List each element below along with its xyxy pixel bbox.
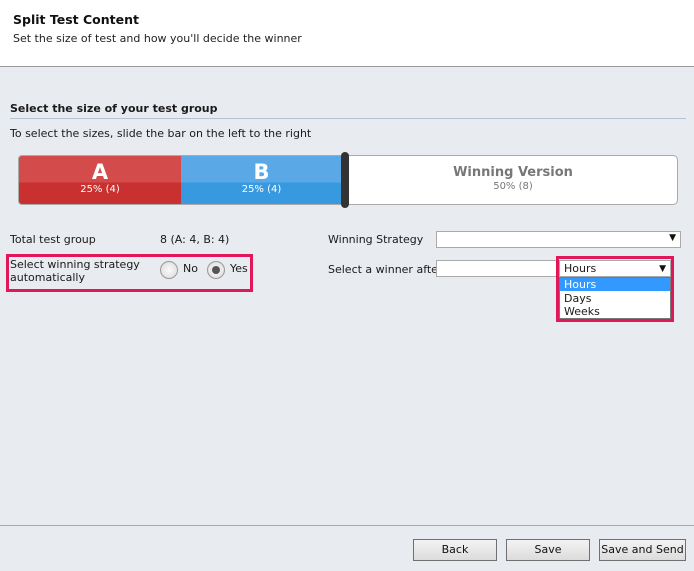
page-title: Split Test Content [13,12,139,27]
dropdown-arrow-icon: ▼ [659,264,666,274]
save-and-send-button[interactable]: Save and Send [599,539,686,561]
total-test-group-value: 8 (A: 4, B: 4) [160,233,230,246]
winner-after-label: Select a winner after [328,263,443,276]
option-days[interactable]: Days [560,292,670,305]
segment-b: B 25% (4) [181,155,342,205]
radio-selected-dot [212,266,220,274]
radio-no[interactable] [160,261,178,279]
auto-strategy-label: Select winning strategy automatically [10,258,140,284]
dropdown-arrow-icon: ▼ [669,233,676,243]
instruction-text: To select the sizes, slide the bar on th… [10,127,312,140]
option-weeks[interactable]: Weeks [560,305,670,318]
option-hours[interactable]: Hours [560,278,670,291]
back-button[interactable]: Back [413,539,497,561]
segment-b-label: B [253,160,270,184]
segment-b-value: 25% (4) [241,184,282,195]
time-unit-options: Hours Days Weeks [559,277,671,319]
radio-no-label: No [183,262,198,275]
winner-after-input[interactable] [436,260,557,277]
save-button[interactable]: Save [506,539,590,561]
segment-a: A 25% (4) [18,155,181,205]
segment-winning: Winning Version 50% (8) [348,155,678,205]
test-size-slider[interactable]: A 25% (4) B 25% (4) Winning Version 50% … [18,152,678,208]
radio-yes[interactable] [207,261,225,279]
page-subtitle: Set the size of test and how you'll deci… [13,32,302,45]
segment-winning-label: Winning Version [453,165,573,180]
section-title: Select the size of your test group [10,102,218,115]
segment-a-value: 25% (4) [80,184,120,195]
time-unit-select[interactable]: Hours ▼ [559,260,671,277]
total-test-group-label: Total test group [10,233,96,246]
footer-divider [0,525,694,526]
segment-a-label: A [91,160,109,184]
winning-strategy-select[interactable]: ▼ [436,231,681,248]
time-unit-value: Hours [564,262,597,275]
divider [10,118,686,119]
winning-strategy-label: Winning Strategy [328,233,424,246]
slider-handle[interactable] [341,152,349,208]
segment-winning-value: 50% (8) [493,181,533,192]
radio-yes-label: Yes [230,262,248,275]
